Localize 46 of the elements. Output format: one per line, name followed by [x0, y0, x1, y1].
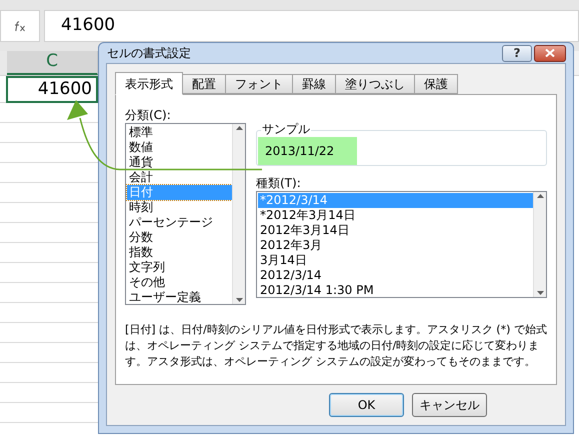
tab[interactable]: 表示形式: [115, 72, 183, 95]
category-label: 分類(C):: [125, 107, 172, 123]
tab[interactable]: 配置: [182, 74, 226, 94]
tab[interactable]: フォント: [225, 74, 293, 94]
description-text: [日付] は、日付/時刻のシリアル値を日付形式で表示します。アスタリスク (*) で始式は、オペレーティング システムで指定する地域の日付/時刻の設定に応じて変わります。アスタ形式は、オペレーティング システムの設定が変わってもそのままです。: [125, 322, 547, 370]
category-item[interactable]: 会計: [127, 170, 232, 185]
type-list[interactable]: *2012/3/14 *2012年3月14日 2012年3月14日 2012年3月 3月14日 2012/3/14 2012/3/14 1:30 PM: [256, 191, 547, 298]
down-arrow-icon[interactable]: [536, 291, 544, 295]
scrollbar[interactable]: [232, 124, 245, 304]
category-item[interactable]: 時刻: [127, 200, 232, 215]
category-list[interactable]: 標準 数値 通貨 会計 日付 時刻 パーセンテージ 分数 指数 文字列 その他 ユーザー定義: [125, 123, 246, 305]
type-item[interactable]: 2012/3/14 1:30 PM: [258, 283, 533, 298]
close-button[interactable]: [534, 44, 566, 62]
active-cell[interactable]: 41600: [6, 76, 98, 103]
scrollbar[interactable]: [533, 192, 546, 297]
category-item[interactable]: 指数: [127, 245, 232, 260]
sample-label: サンプル: [261, 122, 311, 136]
category-item[interactable]: 数値: [127, 140, 232, 155]
sample-preview: 2013/11/22: [258, 137, 357, 165]
type-item[interactable]: 3月14日: [258, 253, 533, 268]
category-item[interactable]: 文字列: [127, 260, 232, 275]
tab[interactable]: 塗りつぶし: [335, 74, 415, 94]
up-arrow-icon[interactable]: [236, 126, 242, 130]
tab[interactable]: 保護: [414, 74, 458, 94]
category-item[interactable]: ユーザー定義: [127, 290, 232, 305]
type-item[interactable]: 2012年3月: [258, 238, 533, 253]
type-item[interactable]: *2012年3月14日: [258, 208, 533, 223]
type-label: 種類(T):: [256, 175, 302, 191]
tab[interactable]: 罫線: [292, 74, 336, 94]
category-item[interactable]: 分数: [127, 230, 232, 245]
column-header[interactable]: C: [7, 51, 98, 75]
category-item[interactable]: 通貨: [127, 155, 232, 170]
dialog-title: セルの書式設定: [106, 45, 191, 62]
up-arrow-icon[interactable]: [536, 194, 544, 198]
category-item[interactable]: パーセンテージ: [127, 215, 232, 230]
dialog-button[interactable]: キャンセル: [412, 393, 487, 417]
type-item[interactable]: 2012/3/14: [258, 268, 533, 283]
dialog-button[interactable]: OK: [329, 393, 404, 417]
function-icon: [14, 20, 26, 32]
type-item[interactable]: 2012年3月14日: [258, 223, 533, 238]
help-button[interactable]: ?: [502, 44, 532, 62]
close-icon: [545, 49, 555, 57]
formula-field[interactable]: 41600: [44, 10, 579, 42]
category-item[interactable]: その他: [127, 275, 232, 290]
category-item[interactable]: 標準: [127, 125, 232, 140]
down-arrow-icon[interactable]: [236, 298, 242, 302]
